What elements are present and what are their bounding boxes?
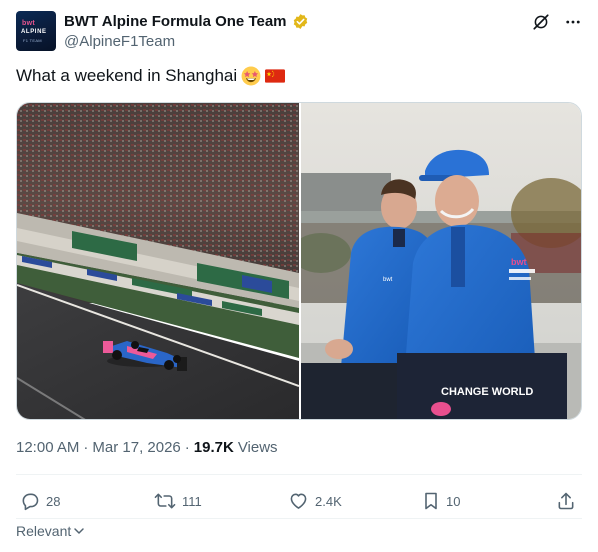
avatar-brand-text: ALPINE	[21, 29, 47, 35]
svg-text:bwt: bwt	[383, 277, 393, 283]
divider-top	[16, 474, 582, 475]
views-count: 19.7K	[193, 439, 234, 456]
media-grid: bwt bwt CHANGE WORLD	[16, 102, 582, 420]
tweet-time[interactable]: 12:00 AM	[16, 439, 79, 456]
share-button[interactable]	[556, 484, 576, 518]
tweet-date[interactable]: Mar 17, 2026	[92, 439, 180, 456]
bookmark-icon	[425, 492, 437, 510]
shorts-text: CHANGE WORLD	[441, 386, 533, 398]
reply-count: 28	[46, 493, 61, 509]
photo-race-car[interactable]	[17, 103, 299, 419]
more-options-icon[interactable]	[564, 13, 582, 31]
avatar[interactable]: bwt ALPINE F1 TEAM	[16, 11, 56, 51]
action-bar: 28 111 2.4K 10	[16, 484, 582, 518]
tweet-header: bwt ALPINE F1 TEAM BWT Alpine Formula On…	[16, 11, 582, 53]
like-count: 2.4K	[315, 493, 342, 509]
display-name[interactable]: BWT Alpine Formula One Team	[64, 13, 287, 30]
divider-bottom	[16, 518, 582, 519]
share-icon	[558, 492, 574, 510]
heart-icon	[290, 493, 307, 509]
views-label: Views	[237, 439, 278, 456]
sort-label: Relevant	[16, 523, 72, 539]
like-button[interactable]: 2.4K	[288, 484, 342, 518]
user-handle[interactable]: @AlpineF1Team	[64, 33, 175, 50]
tweet-text: What a weekend in Shanghai	[16, 66, 286, 86]
header-actions	[532, 13, 582, 31]
photo-drivers[interactable]: bwt bwt CHANGE WORLD	[301, 103, 581, 419]
star-struck-emoji-icon	[241, 66, 261, 86]
repost-button[interactable]: 111	[154, 484, 202, 518]
avatar-sub-text: F1 TEAM	[23, 38, 42, 43]
meta-separator: ·	[83, 439, 89, 456]
meta-separator-2: ·	[184, 439, 190, 456]
avatar-logo-text: bwt	[22, 20, 35, 27]
grok-icon[interactable]	[532, 13, 550, 31]
bookmark-count: 10	[446, 493, 461, 509]
china-flag-emoji-icon	[265, 69, 286, 83]
tweet-body: What a weekend in Shanghai	[16, 66, 238, 85]
name-row: BWT Alpine Formula One Team	[64, 11, 309, 31]
reply-icon	[22, 493, 39, 511]
reply-button[interactable]: 28	[20, 484, 60, 518]
repost-icon	[154, 493, 176, 509]
sort-replies-dropdown[interactable]: Relevant	[16, 523, 85, 539]
repost-count: 111	[182, 493, 202, 509]
jacket-text: bwt	[511, 257, 527, 267]
verified-badge-icon	[293, 13, 307, 29]
chevron-down-icon	[74, 528, 85, 534]
bookmark-button[interactable]: 10	[422, 484, 460, 518]
tweet-meta: 12:00 AM · Mar 17, 2026 · 19.7K Views	[16, 439, 278, 456]
